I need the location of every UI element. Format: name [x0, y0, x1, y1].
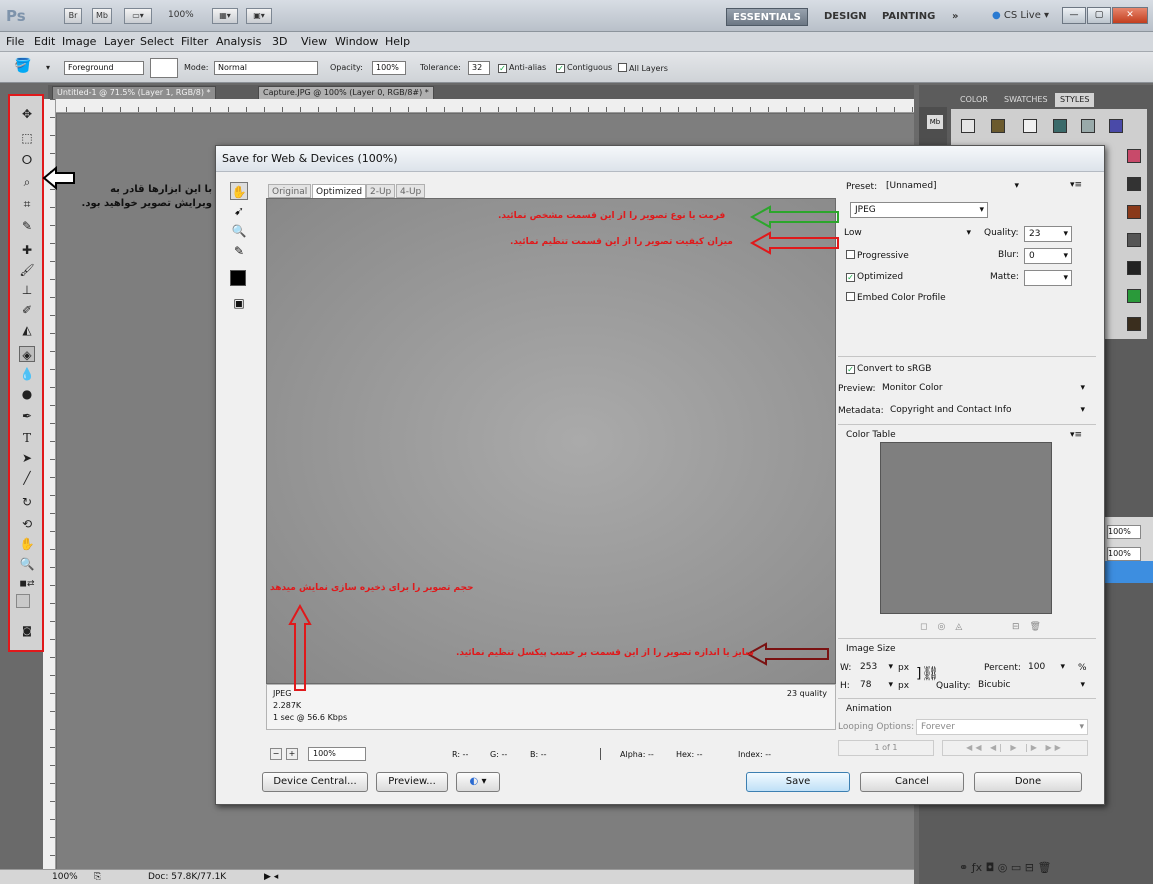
annotation-quality: میزان کیفیت تصویر را از این قسمت تنظیم ن… — [510, 237, 733, 247]
annotation-tools: با این ابزارها قادر به ویرایش تصویر خواه… — [81, 184, 212, 209]
annotation-image-size: سایز یا اندازه تصویر را از این قسمت بر ح… — [456, 648, 755, 658]
annotation-format: فرمت یا نوع تصویر را از این قسمت مشخص نم… — [498, 211, 726, 221]
tools-arrow-icon — [42, 165, 75, 191]
annotation-arrows — [42, 165, 839, 691]
filesize-arrow-icon — [288, 603, 312, 691]
quality-arrow-icon — [749, 231, 839, 255]
annotation-file-size: حجم تصویر را برای ذخیره سازی نمایش میدهد — [270, 583, 474, 593]
format-arrow-icon — [749, 205, 839, 229]
imagesize-arrow-icon — [745, 642, 829, 666]
